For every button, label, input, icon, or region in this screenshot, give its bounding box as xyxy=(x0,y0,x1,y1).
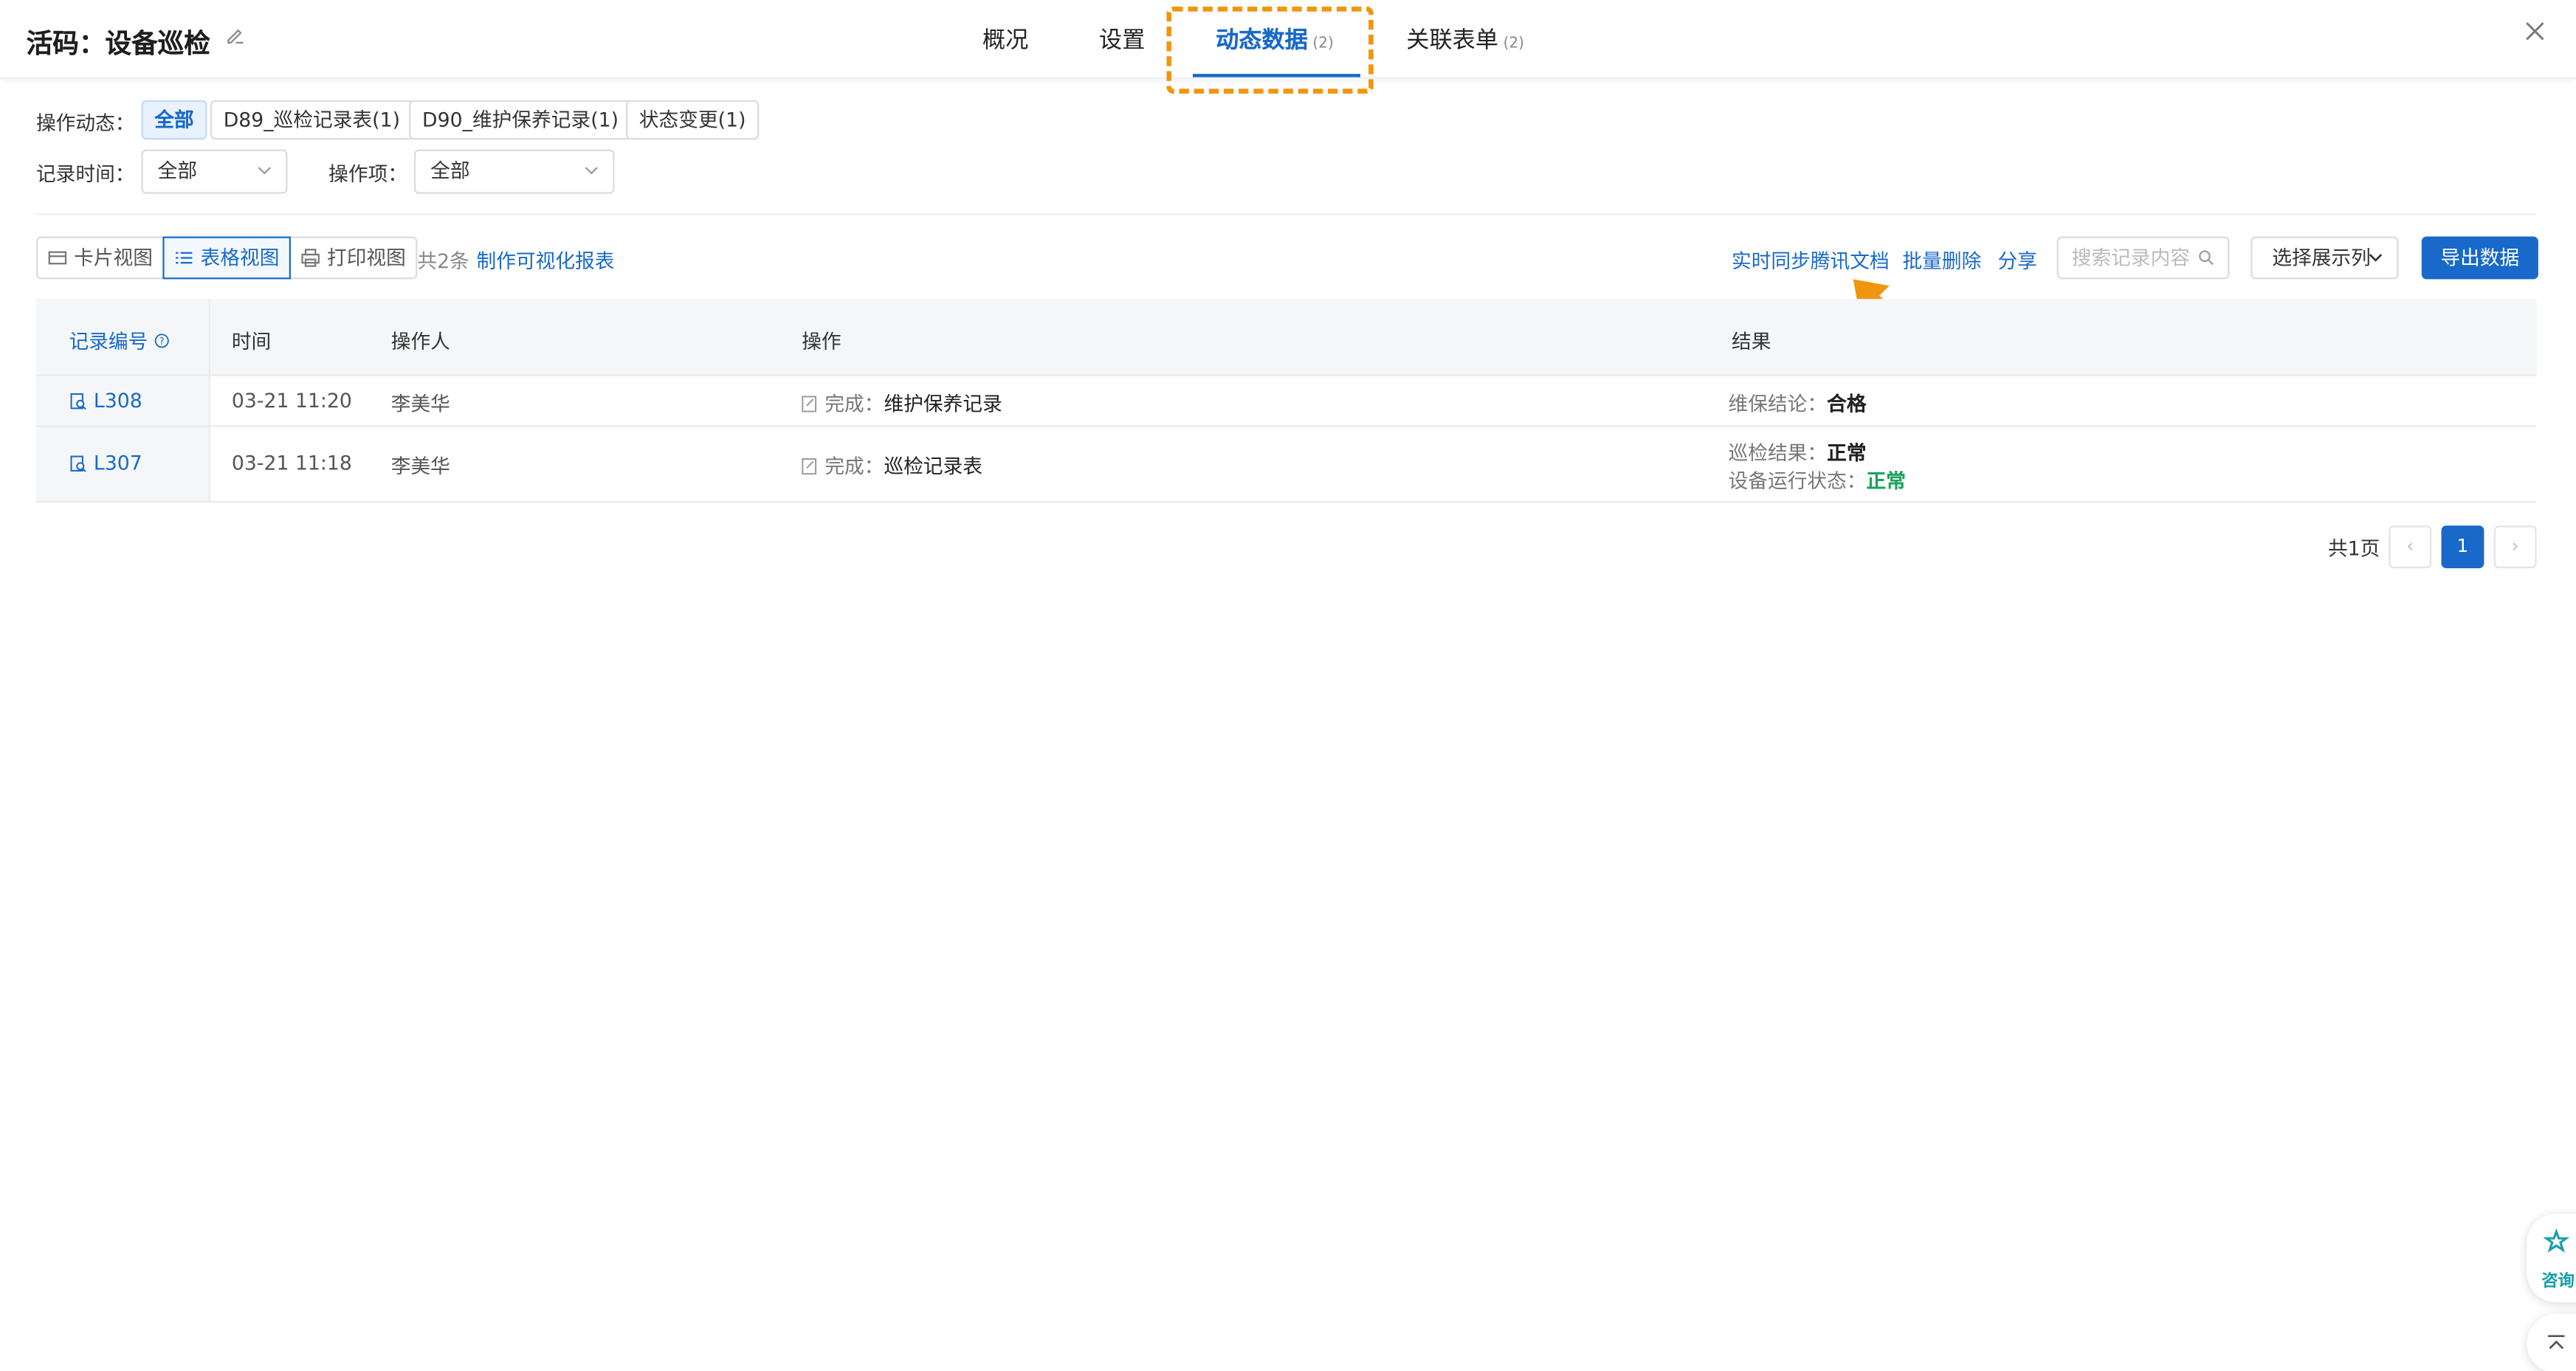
batch-delete-link[interactable]: 批量删除 xyxy=(1902,246,1981,274)
record-operator: 李美华 xyxy=(390,455,450,478)
record-icon xyxy=(70,455,86,472)
select-columns-dropdown[interactable]: 选择展示列 xyxy=(2250,236,2399,280)
next-page-button[interactable]: › xyxy=(2493,525,2537,569)
consult-icon xyxy=(2543,1228,2570,1253)
search-input[interactable]: 搜索记录内容 xyxy=(2056,236,2230,280)
table-view-button[interactable]: 表格视图 xyxy=(162,236,292,280)
filter-divider xyxy=(35,213,2537,215)
chevron-down-icon xyxy=(585,167,598,175)
record-icon xyxy=(70,392,86,410)
header-record-id[interactable]: 记录编号 ? xyxy=(69,327,169,355)
record-operator: 李美华 xyxy=(390,392,450,416)
back-to-top-icon xyxy=(2548,1335,2565,1350)
make-report-link[interactable]: 制作可视化报表 xyxy=(476,246,614,274)
card-view-button[interactable]: 卡片视图 xyxy=(38,238,162,277)
record-id-link[interactable]: L307 xyxy=(69,452,142,474)
record-action: 完成：巡检记录表 xyxy=(802,452,982,480)
edit-icon[interactable] xyxy=(225,24,245,44)
header-result: 结果 xyxy=(1731,330,1771,353)
operation-filter-label: 操作动态： xyxy=(35,111,135,135)
record-result: 巡检结果：正常 xyxy=(1728,441,1867,465)
close-icon[interactable] xyxy=(2524,20,2546,43)
share-link[interactable]: 分享 xyxy=(1998,246,2037,274)
annotation-highlight-box xyxy=(1166,6,1374,94)
table-header: 记录编号 ? 时间 操作人 操作 结果 xyxy=(35,299,2537,376)
header-action: 操作 xyxy=(802,330,841,353)
header-operator: 操作人 xyxy=(390,330,450,353)
record-time: 03-21 11:18 xyxy=(231,452,352,475)
print-view-button[interactable]: 打印视图 xyxy=(291,238,416,277)
sync-tencent-docs-link[interactable]: 实时同步腾讯文档 xyxy=(1732,246,1890,274)
export-data-button[interactable]: 导出数据 xyxy=(2421,236,2538,280)
tab-overview[interactable]: 概况 xyxy=(982,23,1028,56)
record-time-select[interactable]: 全部 xyxy=(141,149,288,194)
table-row[interactable]: L307 03-21 11:18 李美华 完成：巡检记录表 巡检结果：正常 设备… xyxy=(35,427,2537,503)
operation-item-label: 操作项： xyxy=(328,162,408,186)
view-switcher: 卡片视图 表格视图 打印视图 xyxy=(35,236,418,280)
svg-text:?: ? xyxy=(159,336,164,348)
page-title: 活码：设备巡检 xyxy=(26,27,210,60)
record-result: 设备运行状态：正常 xyxy=(1728,469,1906,493)
page-1-button[interactable]: 1 xyxy=(2441,525,2484,569)
back-to-top-button[interactable] xyxy=(2527,1313,2576,1371)
tab-related-forms[interactable]: 关联表单 (2) xyxy=(1406,23,1524,56)
chip-d90[interactable]: D90_维护保养记录(1) xyxy=(409,100,632,140)
record-time: 03-21 11:20 xyxy=(231,389,352,412)
search-icon xyxy=(2199,250,2214,266)
chevron-down-icon xyxy=(2369,254,2383,262)
record-total: 共2条 xyxy=(417,249,469,273)
chip-d89[interactable]: D89_巡检记录表(1) xyxy=(210,100,413,140)
chip-all[interactable]: 全部 xyxy=(141,100,207,140)
edit-doc-icon xyxy=(802,396,817,412)
table-row[interactable]: L308 03-21 11:20 李美华 完成：维护保养记录 维保结论：合格 xyxy=(35,376,2537,427)
record-time-label: 记录时间： xyxy=(35,162,135,186)
help-icon[interactable]: ? xyxy=(154,334,169,348)
list-icon xyxy=(176,252,193,264)
record-action: 完成：维护保养记录 xyxy=(802,390,1002,418)
pagination-total: 共1页 xyxy=(2327,536,2380,560)
chip-status-change[interactable]: 状态变更(1) xyxy=(626,100,760,140)
page-root: 活码：设备巡检 概况 设置 动态数据 (2) 关联表单 (2) 操作动态： 全部 D… xyxy=(0,0,2576,1371)
consult-float-button[interactable]: 咨询 xyxy=(2527,1213,2576,1303)
chevron-down-icon xyxy=(258,167,271,175)
header-time: 时间 xyxy=(231,330,272,353)
record-result: 维保结论：合格 xyxy=(1728,392,1867,416)
printer-icon xyxy=(301,249,320,267)
record-id-link[interactable]: L308 xyxy=(69,390,142,412)
edit-doc-icon xyxy=(802,458,817,475)
prev-page-button[interactable]: ‹ xyxy=(2389,525,2432,569)
tab-settings[interactable]: 设置 xyxy=(1099,23,1145,56)
card-icon xyxy=(48,251,67,265)
operation-item-select[interactable]: 全部 xyxy=(413,149,615,194)
